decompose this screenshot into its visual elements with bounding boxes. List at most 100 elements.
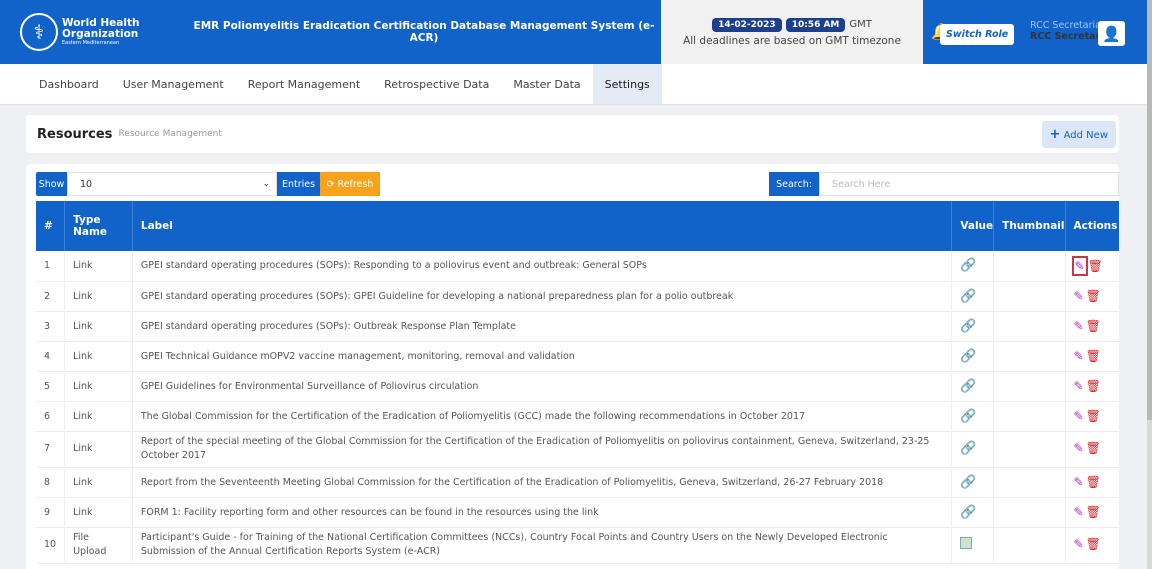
row-label: GPEI Technical Guidance mOPV2 vaccine ma… bbox=[132, 341, 953, 371]
add-new-label: Add New bbox=[1063, 130, 1108, 141]
row-num: 2 bbox=[36, 281, 66, 311]
row-label: GPEI standard operating procedures (SOPs… bbox=[132, 251, 953, 281]
table-row: 2 Link GPEI standard operating procedure… bbox=[36, 281, 1119, 311]
edit-icon[interactable]: ✎ bbox=[1074, 319, 1084, 333]
edit-icon[interactable]: ✎ bbox=[1074, 475, 1084, 489]
row-thumbnail bbox=[993, 281, 1066, 311]
col-header-num[interactable]: # bbox=[36, 201, 66, 251]
row-label: The Global Commission for the Certificat… bbox=[132, 401, 953, 431]
row-type: File Upload bbox=[64, 527, 133, 563]
row-type: Link bbox=[64, 311, 133, 341]
table-header-row: # Type Name Label Value Thumbnail Action… bbox=[36, 201, 1119, 251]
system-title: EMR Poliomyelitis Eradication Certificat… bbox=[193, 20, 655, 44]
nav-report-management[interactable]: Report Management bbox=[236, 64, 372, 104]
col-header-type[interactable]: Type Name bbox=[64, 201, 133, 251]
search-label: Search: bbox=[769, 172, 819, 196]
edit-icon[interactable]: ✎ bbox=[1071, 255, 1088, 276]
delete-icon[interactable]: 🗑 bbox=[1086, 505, 1101, 519]
edit-icon[interactable]: ✎ bbox=[1074, 379, 1084, 393]
col-header-value[interactable]: Value bbox=[951, 201, 995, 251]
delete-icon[interactable]: 🗑 bbox=[1086, 536, 1101, 553]
edit-icon[interactable]: ✎ bbox=[1074, 440, 1084, 457]
who-logo: ⚕ World Health Organization Eastern Medi… bbox=[0, 13, 185, 51]
row-type: Link bbox=[64, 371, 133, 401]
link-icon[interactable]: 🔗 bbox=[960, 258, 976, 273]
add-new-button[interactable]: + Add New bbox=[1041, 121, 1116, 148]
refresh-button[interactable]: ⟳ Refresh bbox=[320, 172, 380, 196]
table-row: 8 Link Report from the Seventeenth Meeti… bbox=[36, 467, 1119, 497]
resources-table: # Type Name Label Value Thumbnail Action… bbox=[36, 201, 1119, 564]
row-type: Link bbox=[64, 251, 133, 281]
nav-master-data[interactable]: Master Data bbox=[501, 64, 592, 104]
row-label: Report of the special meeting of the Glo… bbox=[132, 431, 953, 467]
row-num: 10 bbox=[36, 527, 66, 563]
link-icon[interactable]: 🔗 bbox=[960, 319, 976, 334]
delete-icon[interactable]: 🗑 bbox=[1086, 319, 1101, 333]
row-type: Link bbox=[64, 281, 133, 311]
row-thumbnail bbox=[993, 431, 1066, 467]
plus-icon: + bbox=[1049, 127, 1061, 142]
chevron-down-icon: ⌄ bbox=[262, 179, 270, 189]
table-row: 9 Link FORM 1: Facility reporting form a… bbox=[36, 497, 1119, 527]
refresh-label: Refresh bbox=[337, 178, 374, 190]
nav-user-management[interactable]: User Management bbox=[111, 64, 236, 104]
link-icon[interactable]: 🔗 bbox=[960, 349, 976, 364]
col-header-thumbnail[interactable]: Thumbnail bbox=[993, 201, 1066, 251]
search-input[interactable] bbox=[819, 172, 1119, 196]
delete-icon[interactable]: 🗑 bbox=[1088, 259, 1103, 273]
who-emblem-icon: ⚕ bbox=[20, 13, 58, 51]
datetime-panel: 14-02-2023 10:56 AM GMT All deadlines ar… bbox=[661, 0, 923, 64]
row-num: 5 bbox=[36, 371, 66, 401]
delete-icon[interactable]: 🗑 bbox=[1086, 440, 1101, 457]
row-num: 1 bbox=[36, 251, 66, 281]
table-row: 4 Link GPEI Technical Guidance mOPV2 vac… bbox=[36, 341, 1119, 371]
switch-role-button[interactable]: Switch Role bbox=[940, 24, 1015, 45]
table-row: 7 Link Report of the special meeting of … bbox=[36, 431, 1119, 467]
edit-icon[interactable]: ✎ bbox=[1074, 289, 1084, 303]
row-num: 4 bbox=[36, 341, 66, 371]
row-label: GPEI standard operating procedures (SOPs… bbox=[132, 311, 953, 341]
nav-settings[interactable]: Settings bbox=[592, 64, 662, 104]
table-row: 10 File Upload Participant's Guide - for… bbox=[36, 527, 1119, 563]
link-icon[interactable]: 🔗 bbox=[960, 505, 976, 520]
main-nav: Dashboard User Management Report Managem… bbox=[0, 64, 1147, 104]
table-row: 3 Link GPEI standard operating procedure… bbox=[36, 311, 1119, 341]
row-type: Link bbox=[64, 401, 133, 431]
resources-table-card: Show 10 ⌄ Entries ⟳ Refresh Search: # Ty… bbox=[26, 164, 1119, 569]
edit-icon[interactable]: ✎ bbox=[1074, 409, 1084, 423]
row-type: Link bbox=[64, 467, 133, 497]
row-thumbnail bbox=[993, 497, 1066, 527]
row-label: FORM 1: Facility reporting form and othe… bbox=[132, 497, 953, 527]
delete-icon[interactable]: 🗑 bbox=[1086, 475, 1101, 489]
entries-label: Entries bbox=[277, 172, 320, 196]
link-icon[interactable]: 🔗 bbox=[960, 379, 976, 394]
col-header-label[interactable]: Label bbox=[132, 201, 953, 251]
link-icon[interactable]: 🔗 bbox=[960, 441, 976, 456]
edit-icon[interactable]: ✎ bbox=[1074, 505, 1084, 519]
page-scrollbar[interactable] bbox=[1147, 0, 1152, 569]
deadline-note: All deadlines are based on GMT timezone bbox=[683, 34, 901, 47]
edit-icon[interactable]: ✎ bbox=[1074, 349, 1084, 363]
col-header-actions: Actions bbox=[1073, 220, 1118, 232]
link-icon[interactable]: 🔗 bbox=[960, 475, 976, 490]
nav-retrospective-data[interactable]: Retrospective Data bbox=[372, 64, 501, 104]
delete-icon[interactable]: 🗑 bbox=[1086, 409, 1101, 423]
page-title: Resources bbox=[37, 126, 113, 142]
link-icon[interactable]: 🔗 bbox=[960, 289, 976, 304]
broken-image-icon[interactable] bbox=[960, 536, 973, 549]
user-avatar-icon[interactable]: 👤 bbox=[1098, 21, 1125, 46]
row-thumbnail bbox=[993, 527, 1066, 563]
scrollbar-thumb[interactable] bbox=[1147, 0, 1152, 420]
row-type: Link bbox=[64, 341, 133, 371]
delete-icon[interactable]: 🗑 bbox=[1086, 349, 1101, 363]
delete-icon[interactable]: 🗑 bbox=[1086, 379, 1101, 393]
table-row: 6 Link The Global Commission for the Cer… bbox=[36, 401, 1119, 431]
row-thumbnail bbox=[993, 467, 1066, 497]
delete-icon[interactable]: 🗑 bbox=[1086, 289, 1101, 303]
table-row: 1 Link GPEI standard operating procedure… bbox=[36, 251, 1119, 281]
entries-select[interactable]: 10 ⌄ bbox=[67, 172, 277, 196]
refresh-icon: ⟳ bbox=[326, 178, 335, 190]
nav-dashboard[interactable]: Dashboard bbox=[27, 64, 111, 104]
edit-icon[interactable]: ✎ bbox=[1074, 536, 1084, 553]
link-icon[interactable]: 🔗 bbox=[960, 409, 976, 424]
